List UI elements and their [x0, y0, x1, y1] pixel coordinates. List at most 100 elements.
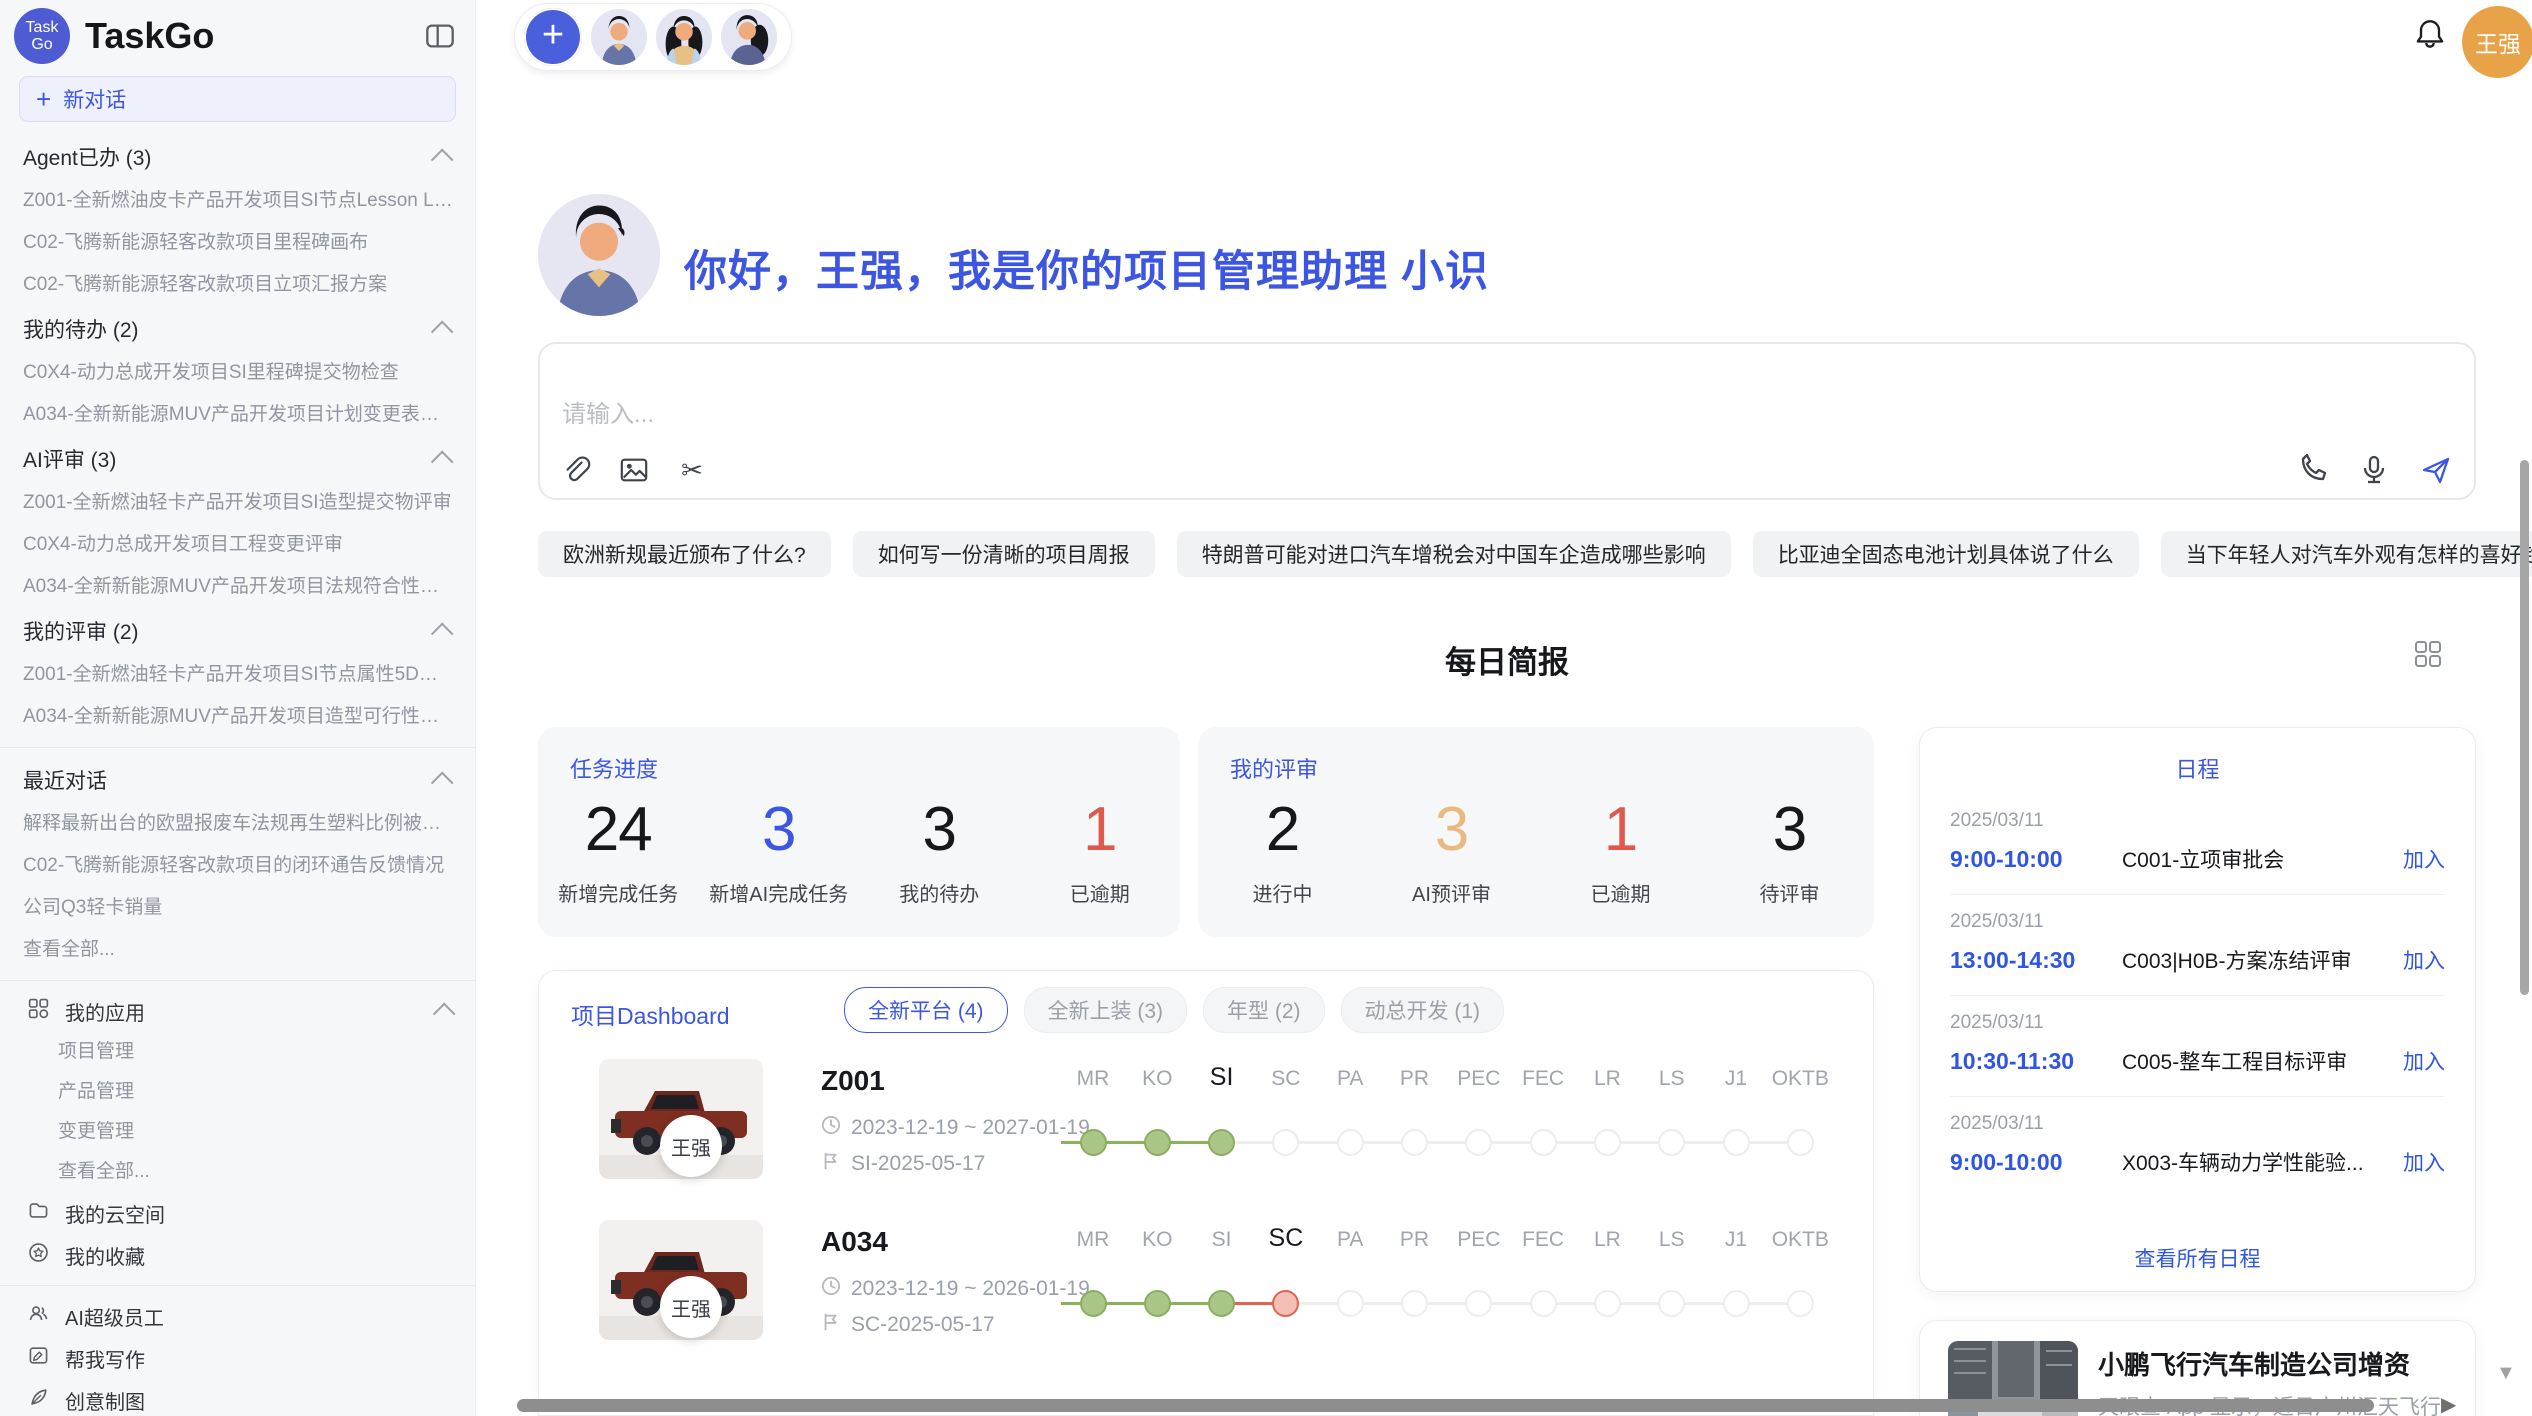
phone-icon[interactable] — [2296, 454, 2328, 486]
scissors-icon[interactable]: ✂ — [676, 454, 708, 486]
new-agent-button[interactable]: + — [524, 8, 582, 66]
vertical-scrollbar[interactable] — [2520, 460, 2529, 995]
chevron-up-icon[interactable] — [431, 772, 454, 795]
milestone-dot[interactable] — [1787, 1290, 1814, 1317]
notification-bell-icon[interactable] — [2412, 16, 2448, 52]
milestone-dot[interactable] — [1723, 1129, 1750, 1156]
task-list-item[interactable]: C0X4-动力总成开发项目SI里程碑提交物检查 — [0, 352, 475, 394]
milestone-dot[interactable] — [1658, 1129, 1685, 1156]
recent-chat-item[interactable]: C02-飞腾新能源轻客改款项目的闭环通告反馈情况 — [0, 845, 475, 887]
sidebar-tool-item[interactable]: 创意制图 — [0, 1379, 475, 1416]
milestone-dot[interactable] — [1465, 1290, 1492, 1317]
task-list-item[interactable]: C02-飞腾新能源轻客改款项目立项汇报方案 — [0, 264, 475, 306]
app-sub-item[interactable]: 项目管理 — [0, 1032, 475, 1072]
event-row: 9:00-10:00X003-车辆动力学性能验...加入 — [1950, 1147, 2445, 1177]
recent-chat-item[interactable]: 公司Q3轻卡销量 — [0, 887, 475, 929]
suggestion-chip[interactable]: 比亚迪全固态电池计划具体说了什么 — [1753, 531, 2139, 577]
milestone-dot[interactable] — [1144, 1290, 1171, 1317]
milestone-dot[interactable] — [1208, 1290, 1235, 1317]
task-list-item[interactable]: Z001-全新燃油皮卡产品开发项目SI节点Lesson Learn报告 — [0, 180, 475, 222]
chevron-up-icon[interactable] — [431, 321, 454, 344]
app-sub-item[interactable]: 产品管理 — [0, 1072, 475, 1112]
sidebar-tool-item[interactable]: AI超级员工 — [0, 1295, 475, 1337]
chat-input[interactable] — [560, 400, 1464, 430]
milestone-dot[interactable] — [1465, 1129, 1492, 1156]
microphone-icon[interactable] — [2358, 454, 2390, 486]
milestone-dot[interactable] — [1530, 1129, 1557, 1156]
chevron-up-icon[interactable] — [431, 623, 454, 646]
sidebar-tool-item[interactable]: 帮我写作 — [0, 1337, 475, 1379]
sidebar-section-header[interactable]: 我的待办 (2) — [0, 306, 475, 352]
chevron-up-icon[interactable] — [431, 451, 454, 474]
task-list-item[interactable]: A034-全新新能源MUV产品开发项目造型可行性评审 — [0, 696, 475, 738]
join-link[interactable]: 加入 — [2403, 1046, 2445, 1076]
task-list-item[interactable]: A034-全新新能源MUV产品开发项目计划变更表编写 — [0, 394, 475, 436]
collapse-sidebar-icon[interactable] — [425, 21, 455, 51]
dashboard-tab[interactable]: 全新上装 (3) — [1024, 987, 1188, 1033]
milestone-dot[interactable] — [1594, 1129, 1621, 1156]
milestone-dot[interactable] — [1337, 1129, 1364, 1156]
sidebar-section-header[interactable]: Agent已办 (3) — [0, 134, 475, 180]
my-apps-header[interactable]: 我的应用 — [0, 990, 475, 1032]
suggestion-chip[interactable]: 当下年轻人对汽车外观有怎样的喜好趋势 — [2161, 531, 2532, 577]
suggestion-chip[interactable]: 特朗普可能对进口汽车增税会对中国车企造成哪些影响 — [1177, 531, 1731, 577]
milestone-dot[interactable] — [1594, 1290, 1621, 1317]
milestone-dot[interactable] — [1401, 1129, 1428, 1156]
milestone-dot[interactable] — [1723, 1290, 1750, 1317]
milestone-dot[interactable] — [1272, 1129, 1299, 1156]
recent-chats-header[interactable]: 最近对话 — [0, 757, 475, 803]
join-link[interactable]: 加入 — [2403, 844, 2445, 874]
attachment-icon[interactable] — [560, 454, 592, 486]
recent-chat-item[interactable]: 查看全部... — [0, 929, 475, 971]
dashboard-tab[interactable]: 年型 (2) — [1203, 987, 1325, 1033]
horizontal-scrollbar[interactable] — [517, 1399, 2374, 1412]
project-flag-text: SC-2025-05-17 — [851, 1313, 995, 1337]
milestone-dot[interactable] — [1401, 1290, 1428, 1317]
layout-grid-icon[interactable] — [2414, 640, 2442, 668]
milestone-dot[interactable] — [1272, 1290, 1299, 1317]
milestone-dot[interactable] — [1080, 1129, 1107, 1156]
app-sub-item[interactable]: 变更管理 — [0, 1112, 475, 1152]
owner-badge[interactable]: 王强 — [660, 1276, 722, 1338]
milestone-dot[interactable] — [1658, 1290, 1685, 1317]
agent-avatar-2[interactable] — [656, 9, 712, 65]
scroll-right-arrow-icon[interactable]: ▶ — [2441, 1392, 2456, 1416]
milestone-dot[interactable] — [1530, 1290, 1557, 1317]
scroll-down-arrow-icon[interactable]: ▼ — [2496, 1362, 2516, 1385]
sidebar-section-header[interactable]: AI评审 (3) — [0, 436, 475, 482]
task-list-item[interactable]: Z001-全新燃油轻卡产品开发项目SI节点属性5D文件评审 — [0, 654, 475, 696]
milestone-dot[interactable] — [1080, 1290, 1107, 1317]
task-list-item[interactable]: Z001-全新燃油轻卡产品开发项目SI造型提交物评审 — [0, 482, 475, 524]
join-link[interactable]: 加入 — [2403, 1147, 2445, 1177]
join-link[interactable]: 加入 — [2403, 945, 2445, 975]
milestone-dot[interactable] — [1787, 1129, 1814, 1156]
sidebar-item-cloud-folder-icon[interactable]: 我的云空间 — [0, 1192, 475, 1234]
task-list-item[interactable]: C02-飞腾新能源轻客改款项目里程碑画布 — [0, 222, 475, 264]
send-icon[interactable] — [2420, 454, 2452, 486]
new-chat-label: 新对话 — [63, 84, 126, 114]
milestone-dot[interactable] — [1144, 1129, 1171, 1156]
task-list-item[interactable]: A034-全新新能源MUV产品开发项目法规符合性评审 — [0, 566, 475, 608]
sidebar-section-header[interactable]: 我的评审 (2) — [0, 608, 475, 654]
suggestion-chip[interactable]: 如何写一份清晰的项目周报 — [853, 531, 1155, 577]
image-icon[interactable] — [618, 454, 650, 486]
dashboard-tab[interactable]: 动总开发 (1) — [1341, 987, 1505, 1033]
chevron-up-icon[interactable] — [431, 149, 454, 172]
milestone-dot[interactable] — [1208, 1129, 1235, 1156]
milestone-dot[interactable] — [1337, 1290, 1364, 1317]
chevron-up-icon[interactable] — [433, 1003, 456, 1026]
agent-avatar-1[interactable] — [591, 9, 647, 65]
suggestion-chip[interactable]: 欧洲新规最近颁布了什么? — [538, 531, 831, 577]
recent-chat-item[interactable]: 解释最新出台的欧盟报废车法规再生塑料比例被调至15%... — [0, 803, 475, 845]
plus-icon: + — [36, 86, 51, 112]
sidebar-item-star-badge-icon[interactable]: 我的收藏 — [0, 1234, 475, 1276]
dashboard-tab[interactable]: 全新平台 (4) — [844, 987, 1008, 1033]
new-chat-button[interactable]: + 新对话 — [19, 76, 456, 122]
view-all-schedule-link[interactable]: 查看所有日程 — [1920, 1243, 2475, 1273]
agent-avatar-3[interactable] — [721, 9, 777, 65]
task-list-item[interactable]: C0X4-动力总成开发项目工程变更评审 — [0, 524, 475, 566]
app-sub-item[interactable]: 查看全部... — [0, 1152, 475, 1192]
owner-badge[interactable]: 王强 — [660, 1115, 722, 1177]
user-avatar[interactable]: 王强 — [2462, 6, 2532, 78]
clock-icon — [821, 1115, 841, 1141]
